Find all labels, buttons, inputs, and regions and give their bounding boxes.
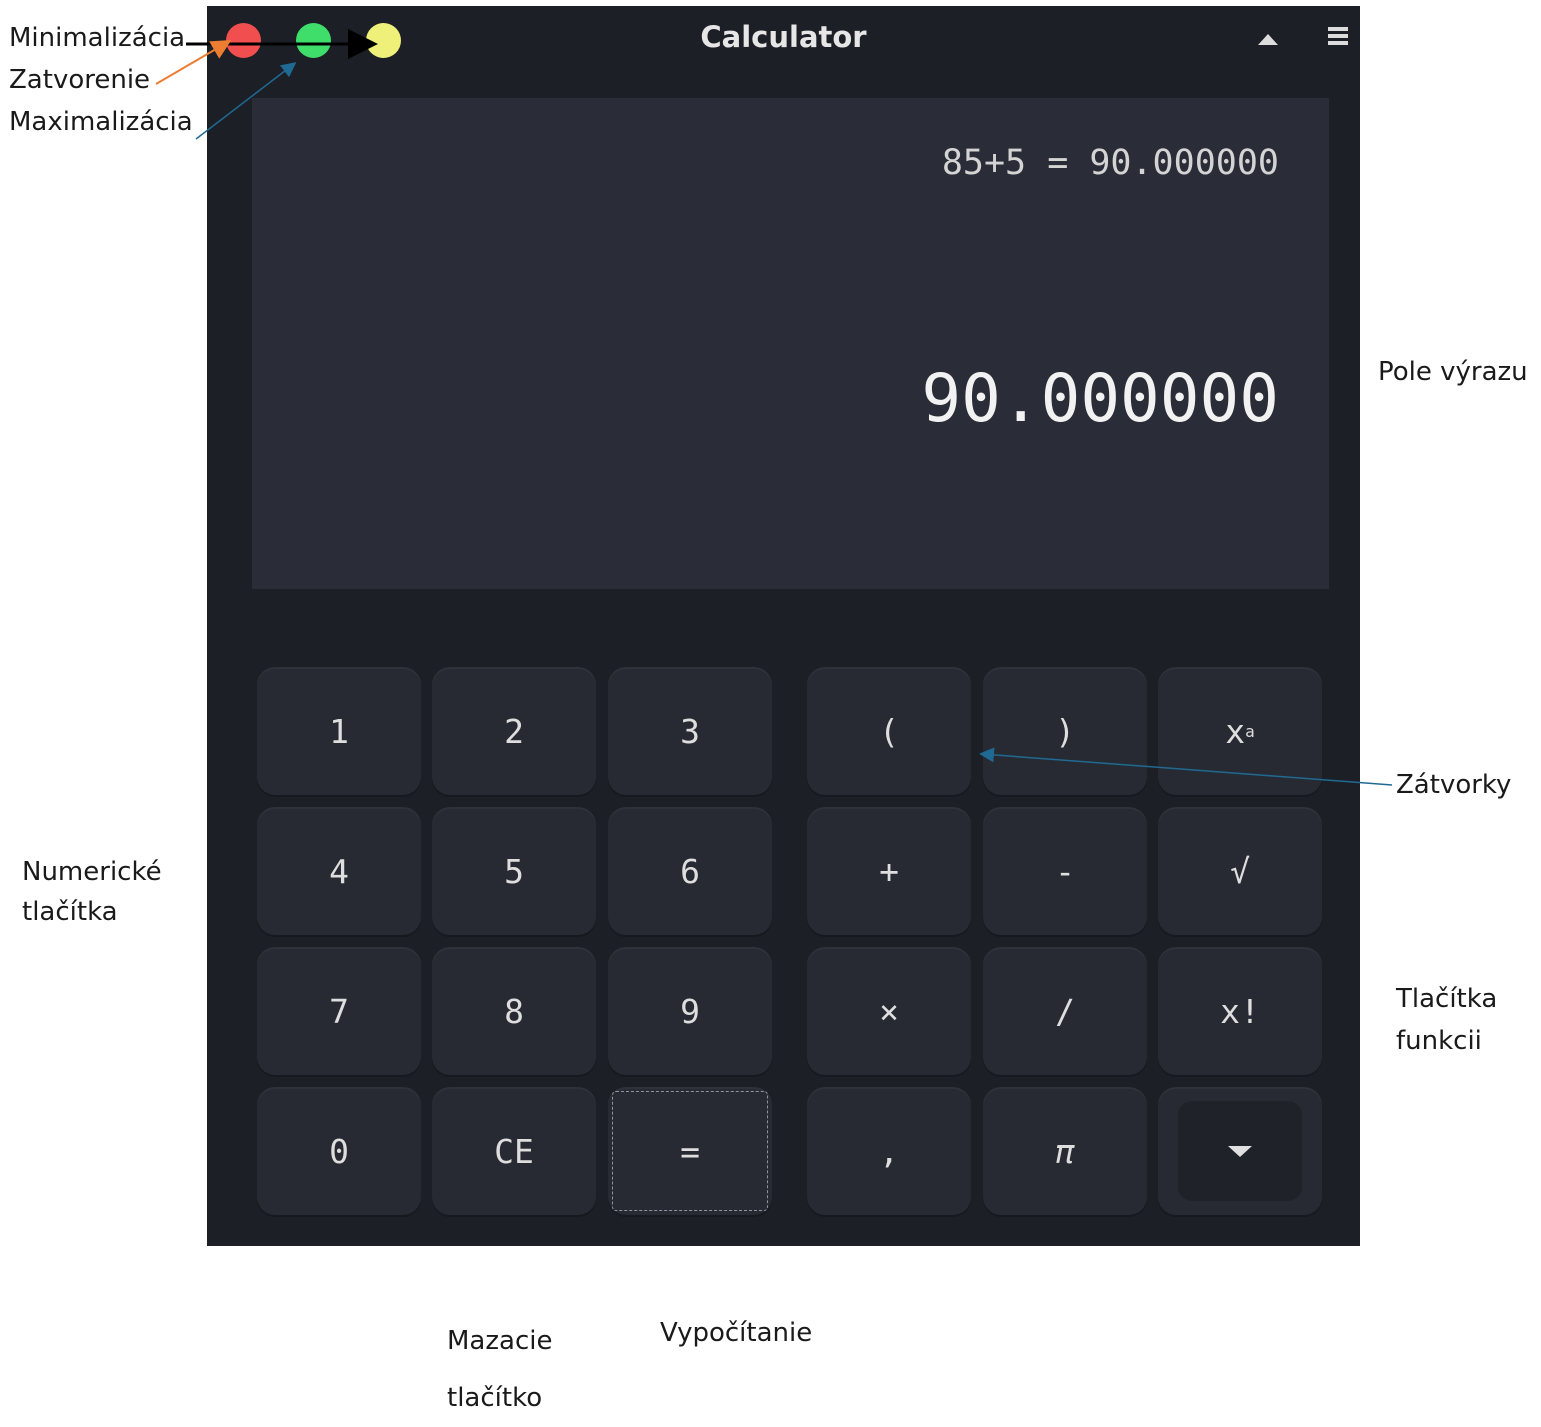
maximize-arrow	[195, 62, 297, 140]
close-arrow	[155, 39, 232, 85]
parentheses-arrow	[979, 747, 1393, 786]
annotation-arrows	[155, 29, 1393, 786]
